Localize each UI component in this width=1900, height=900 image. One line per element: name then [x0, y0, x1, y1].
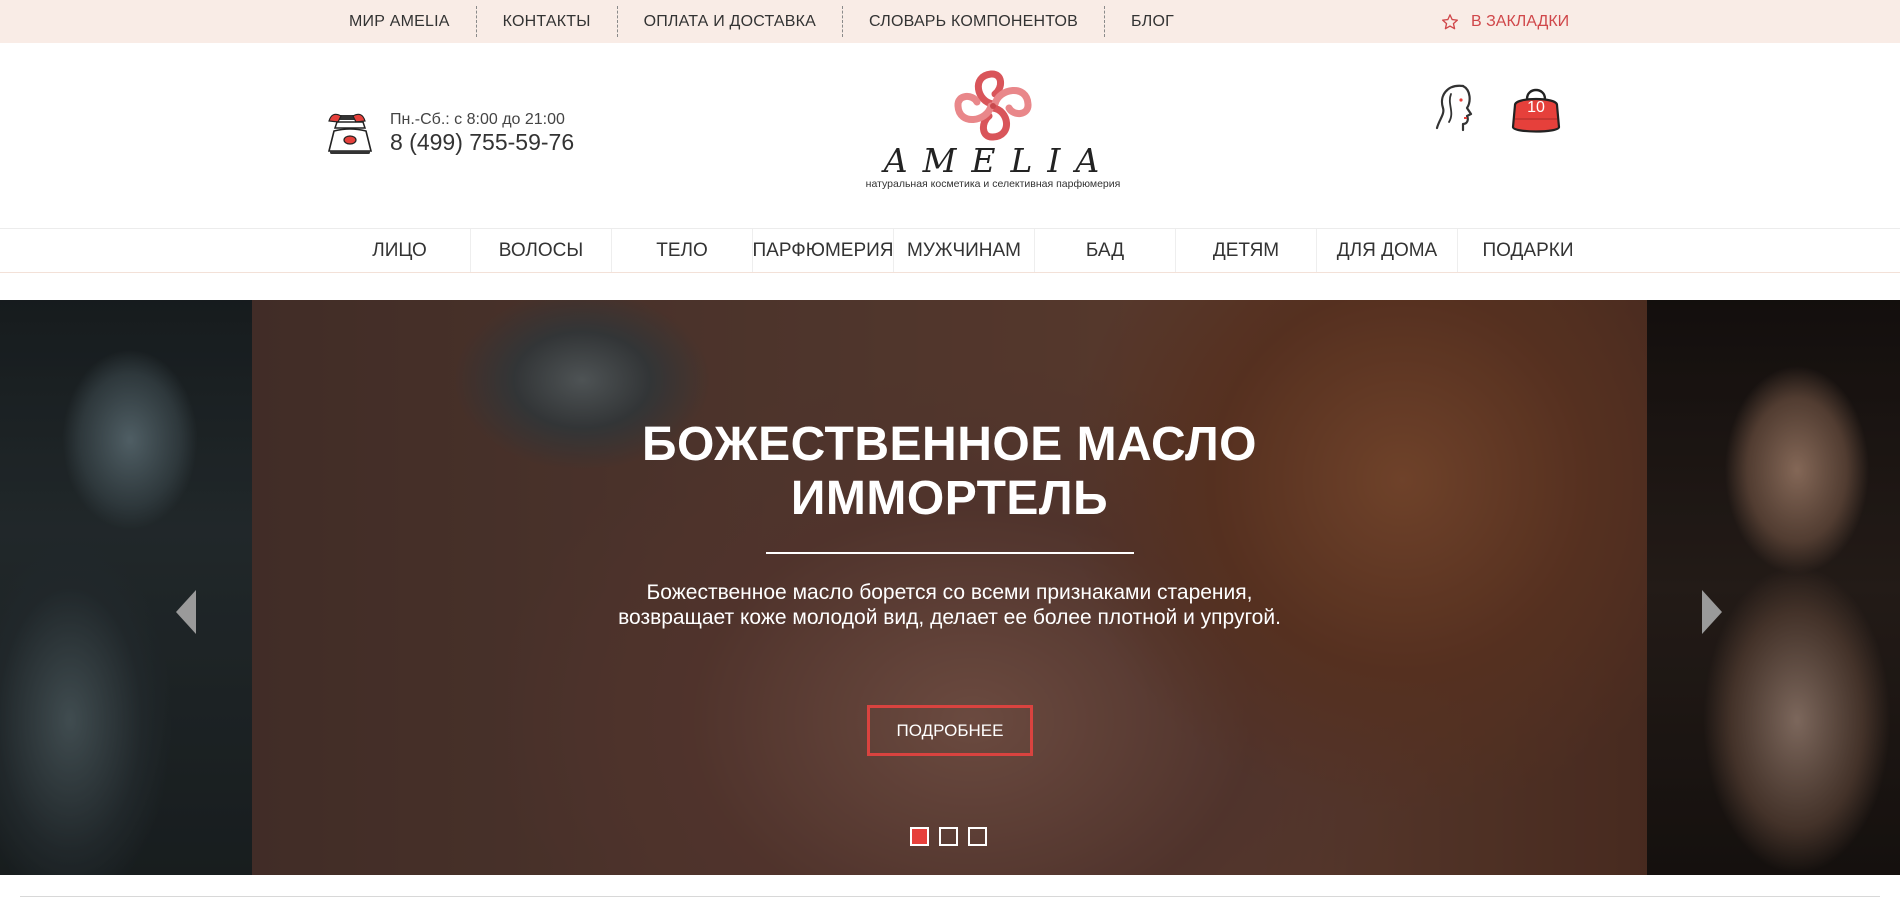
nav-item-gifts[interactable]: ПОДАРКИ: [1457, 229, 1598, 272]
nav-item-kids[interactable]: ДЕТЯМ: [1175, 229, 1316, 272]
top-nav-link-mir-amelia[interactable]: МИР AMELIA: [349, 6, 476, 37]
main-nav-bar: ЛИЦО ВОЛОСЫ ТЕЛО ПАРФЮМЕРИЯ МУЖЧИНАМ БАД…: [0, 228, 1900, 273]
slider-prev-arrow-icon[interactable]: [174, 588, 198, 636]
section-divider: [20, 896, 1880, 900]
cart-count: 10: [1527, 98, 1545, 116]
slider-dot-2[interactable]: [939, 827, 958, 846]
logo-tagline: натуральная косметика и селективная парф…: [865, 178, 1121, 190]
slide-description: Божественное масло борется со всеми приз…: [618, 581, 1281, 629]
woman-profile-icon: [1435, 84, 1473, 132]
next-slide-preview[interactable]: [1647, 300, 1900, 875]
header-actions: 10: [1433, 82, 1563, 137]
top-nav-link-components-dictionary[interactable]: СЛОВАРЬ КОМПОНЕНТОВ: [842, 6, 1104, 37]
top-nav-link-contacts[interactable]: КОНТАКТЫ: [475, 6, 617, 37]
telephone-icon: [327, 113, 373, 154]
account-button[interactable]: [1433, 82, 1477, 137]
working-hours: Пн.-Сб.: с 8:00 до 21:00: [390, 111, 565, 128]
main-nav: ЛИЦО ВОЛОСЫ ТЕЛО ПАРФЮМЕРИЯ МУЖЧИНАМ БАД…: [329, 229, 1598, 272]
cart-button[interactable]: 10: [1509, 83, 1563, 137]
top-nav-link-blog[interactable]: БЛОГ: [1104, 6, 1200, 37]
site-logo[interactable]: AMELIA натуральная косметика и селективн…: [860, 68, 1126, 198]
slide-divider: [766, 552, 1134, 554]
bookmarks-link[interactable]: В ЗАКЛАДКИ: [1441, 0, 1569, 43]
nav-item-body[interactable]: ТЕЛО: [611, 229, 752, 272]
slider-pagination: [910, 827, 997, 846]
more-button[interactable]: ПОДРОБНЕЕ: [867, 705, 1033, 756]
logo-name: AMELIA: [883, 141, 1115, 180]
nav-item-hair[interactable]: ВОЛОСЫ: [470, 229, 611, 272]
contact-block: Пн.-Сб.: с 8:00 до 21:00 8 (499) 755-59-…: [324, 109, 574, 157]
top-nav-link-payment-delivery[interactable]: ОПЛАТА И ДОСТАВКА: [616, 6, 842, 37]
nav-item-men[interactable]: МУЖЧИНАМ: [893, 229, 1034, 272]
bookmarks-label: В ЗАКЛАДКИ: [1471, 12, 1570, 30]
slide-content: БОЖЕСТВЕННОЕ МАСЛО ИММОРТЕЛЬ Божественно…: [252, 300, 1647, 875]
nav-item-supplements[interactable]: БАД: [1034, 229, 1175, 272]
nav-item-face[interactable]: ЛИЦО: [329, 229, 470, 272]
slide-title-line-2: ИММОРТЕЛЬ: [790, 472, 1109, 525]
nav-item-perfume[interactable]: ПАРФЮМЕРИЯ: [752, 229, 894, 272]
slide-title-line-1: БОЖЕСТВЕННОЕ МАСЛО: [641, 418, 1258, 471]
slider-next-arrow-icon[interactable]: [1700, 588, 1724, 636]
flower-logo-icon: [954, 70, 1032, 141]
phone-number[interactable]: 8 (499) 755-59-76: [390, 129, 574, 155]
contact-text: Пн.-Сб.: с 8:00 до 21:00 8 (499) 755-59-…: [390, 111, 574, 155]
top-nav: МИР AMELIA КОНТАКТЫ ОПЛАТА И ДОСТАВКА СЛ…: [349, 0, 1200, 43]
nav-item-home[interactable]: ДЛЯ ДОМА: [1316, 229, 1457, 272]
slider-dot-1[interactable]: [910, 827, 929, 846]
previous-slide-preview[interactable]: [0, 300, 252, 875]
slide-title: БОЖЕСТВЕННОЕ МАСЛО ИММОРТЕЛЬ: [252, 418, 1647, 526]
top-bar: МИР AMELIA КОНТАКТЫ ОПЛАТА И ДОСТАВКА СЛ…: [0, 0, 1900, 43]
hero-slider: БОЖЕСТВЕННОЕ МАСЛО ИММОРТЕЛЬ Божественно…: [0, 300, 1900, 875]
slider-dot-3[interactable]: [968, 827, 987, 846]
current-slide: БОЖЕСТВЕННОЕ МАСЛО ИММОРТЕЛЬ Божественно…: [252, 300, 1647, 875]
star-icon: [1441, 13, 1459, 29]
